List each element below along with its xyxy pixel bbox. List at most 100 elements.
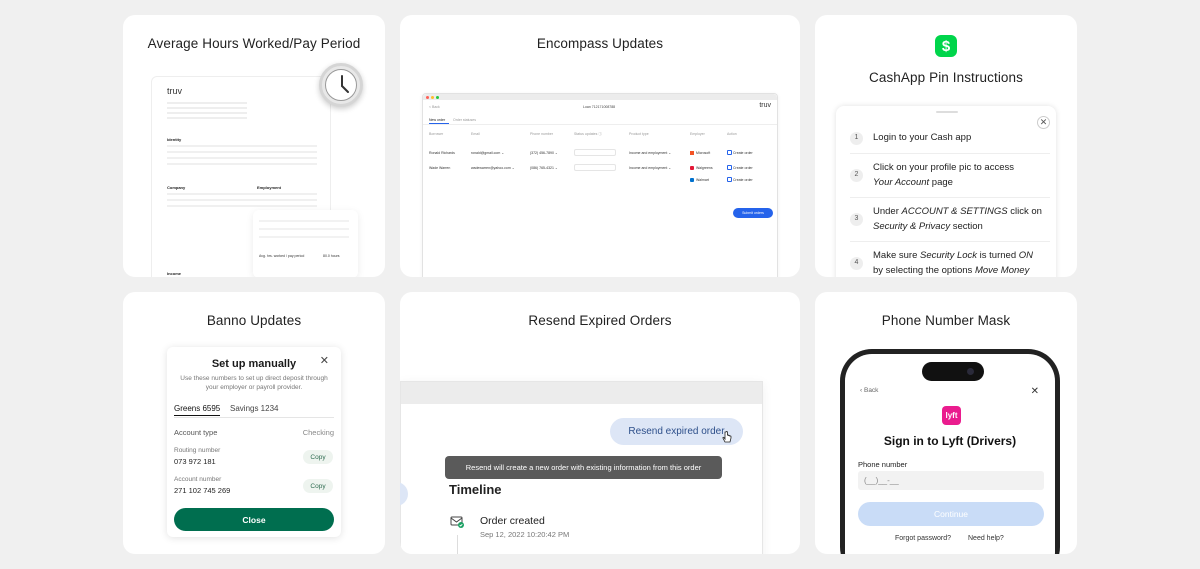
envelope-check-icon bbox=[450, 516, 464, 528]
close-icon[interactable]: ✕ bbox=[1031, 386, 1039, 397]
doc-lines bbox=[167, 102, 247, 119]
col-employer: Employer bbox=[690, 132, 705, 136]
col-borrower: Borrower bbox=[429, 132, 444, 136]
tab-divider bbox=[174, 417, 334, 418]
submit-orders-button[interactable]: Submit orders bbox=[733, 208, 773, 218]
signin-heading: Sign in to Lyft (Drivers) bbox=[883, 434, 1017, 448]
walgreens-icon bbox=[690, 166, 694, 170]
copy-account-button[interactable]: Copy bbox=[303, 479, 333, 493]
create-order-link[interactable]: Create order bbox=[733, 178, 753, 182]
step-2: 2 Click on your profile pic to access Yo… bbox=[850, 161, 1050, 190]
table-cell[interactable]: Income and employment ⌄ bbox=[629, 151, 671, 155]
step-1: 1 Login to your Cash app bbox=[850, 131, 1050, 146]
table-cell: Ronald Richards bbox=[429, 151, 455, 155]
step-text: is turned bbox=[977, 250, 1019, 261]
step-number: 1 bbox=[850, 132, 863, 145]
need-help-link[interactable]: Need help? bbox=[968, 535, 1004, 542]
phone-number-input[interactable]: (__)__-__ bbox=[858, 471, 1044, 490]
account-number-value: 271 102 745 269 bbox=[174, 486, 231, 495]
table-cell[interactable]: (372) 456-7890 ⌄ bbox=[530, 151, 558, 155]
routing-label: Routing number bbox=[174, 447, 221, 454]
create-order-link[interactable]: Create order bbox=[733, 166, 753, 170]
status-input[interactable] bbox=[574, 164, 616, 171]
card-cashapp-pin: $ CashApp Pin Instructions ✕ 1 Login to … bbox=[815, 15, 1077, 277]
continue-button[interactable]: Continue bbox=[858, 502, 1044, 526]
hand-cursor-icon bbox=[722, 431, 732, 443]
card-average-hours: Average Hours Worked/Pay Period truv Ide… bbox=[123, 15, 385, 277]
panel-header bbox=[401, 382, 762, 404]
employer-microsoft: Microsoft bbox=[696, 151, 711, 155]
walmart-icon bbox=[690, 178, 694, 182]
checkbox-icon[interactable] bbox=[727, 165, 732, 170]
step-text: Login to your Cash app bbox=[873, 132, 972, 143]
col-email: Email bbox=[471, 132, 480, 136]
identity-lines bbox=[167, 145, 317, 169]
card-banno-updates: Banno Updates Set up manually ✕ Use thes… bbox=[123, 292, 385, 554]
tab-greens[interactable]: Greens 6595 bbox=[174, 404, 221, 416]
step-number: 2 bbox=[850, 169, 863, 182]
routing-value: 073 972 181 bbox=[174, 457, 216, 466]
table-cell[interactable]: (086) 765-4321 ⌄ bbox=[530, 166, 558, 170]
sheet-handle[interactable] bbox=[936, 111, 958, 113]
employer-walgreens: Walgreens bbox=[696, 166, 713, 170]
order-created-date: Sep 12, 2022 10:20:42 PM bbox=[480, 530, 570, 539]
tab-new-order[interactable]: New order bbox=[429, 118, 445, 122]
back-label: Back bbox=[863, 387, 879, 394]
step-emphasis: ACCOUNT & SETTINGS bbox=[901, 206, 1008, 217]
phone-frame: ‹ Back ✕ lyft Sign in to Lyft (Drivers) … bbox=[840, 349, 1060, 554]
checkbox-icon[interactable] bbox=[727, 177, 732, 182]
tab-order-statuses[interactable]: Order statuses bbox=[453, 118, 476, 122]
step-text: Click on your profile pic to access bbox=[873, 162, 1014, 173]
step-emphasis: ON bbox=[1018, 250, 1033, 261]
clock-icon bbox=[319, 63, 363, 107]
back-button[interactable]: ‹ Back bbox=[860, 387, 878, 394]
timeline-line bbox=[457, 535, 458, 554]
close-icon[interactable]: ✕ bbox=[1037, 116, 1050, 129]
step-text: Make sure bbox=[873, 250, 920, 261]
employment-heading: Employment bbox=[257, 185, 282, 190]
create-order-link[interactable]: Create order bbox=[733, 151, 753, 155]
copy-routing-button[interactable]: Copy bbox=[303, 450, 333, 464]
table-cell[interactable]: Income and employment ⌄ bbox=[629, 166, 671, 170]
card-encompass-updates: Encompass Updates < Back Loan 7121710087… bbox=[400, 15, 800, 277]
account-type-label: Account type bbox=[174, 428, 218, 437]
lyft-logo: lyft bbox=[942, 406, 961, 425]
status-input[interactable] bbox=[574, 149, 616, 156]
avg-hours-popover: Avg. hrs. worked / pay period 80.0 hours bbox=[253, 210, 358, 277]
company-lines bbox=[167, 193, 317, 211]
card-resend-expired: Resend Expired Orders Resend expired ord… bbox=[400, 292, 800, 554]
table-cell[interactable]: ronald@gmail.com ⌄ bbox=[471, 151, 504, 155]
order-created-label: Order created bbox=[480, 515, 545, 527]
close-dot-icon bbox=[426, 95, 429, 99]
modal-title: Set up manually bbox=[211, 358, 297, 370]
forgot-password-link[interactable]: Forgot password? bbox=[895, 535, 951, 542]
back-link[interactable]: < Back bbox=[429, 105, 440, 109]
close-icon[interactable]: ✕ bbox=[320, 354, 329, 367]
truv-logo: truv bbox=[167, 86, 183, 96]
card-title: Banno Updates bbox=[206, 313, 302, 328]
browser-titlebar bbox=[423, 94, 777, 100]
close-button[interactable]: Close bbox=[174, 508, 334, 531]
col-product: Product type bbox=[629, 132, 649, 136]
card-title: CashApp Pin Instructions bbox=[869, 70, 1023, 85]
avg-hours-label: Avg. hrs. worked / pay period bbox=[259, 254, 305, 258]
step-emphasis: Move Money bbox=[974, 264, 1030, 276]
checkbox-icon[interactable] bbox=[727, 150, 732, 155]
col-status: Status updates ⓘ bbox=[574, 132, 602, 136]
step-text: click on bbox=[1007, 206, 1042, 217]
phone-screen: ‹ Back ✕ lyft Sign in to Lyft (Drivers) … bbox=[845, 354, 1055, 554]
divider bbox=[423, 124, 777, 125]
tab-savings[interactable]: Savings 1234 bbox=[230, 404, 278, 413]
table-cell[interactable]: wadewarren@yahoo.com ⌄ bbox=[471, 166, 515, 170]
account-type-value: Checking bbox=[302, 428, 334, 437]
step-text: section bbox=[950, 220, 983, 232]
step-text: page bbox=[929, 176, 953, 188]
card-phone-mask: Phone Number Mask ‹ Back ✕ lyft Sign in … bbox=[815, 292, 1077, 554]
step-text: Under bbox=[873, 206, 902, 217]
step-number: 4 bbox=[850, 257, 863, 270]
income-heading: Income bbox=[167, 271, 182, 276]
setup-modal: Set up manually ✕ Use these numbers to s… bbox=[167, 347, 341, 537]
loan-title: Loan 712171008788 bbox=[583, 105, 616, 109]
card-title: Phone Number Mask bbox=[881, 313, 1011, 328]
popover-lines bbox=[259, 220, 349, 244]
